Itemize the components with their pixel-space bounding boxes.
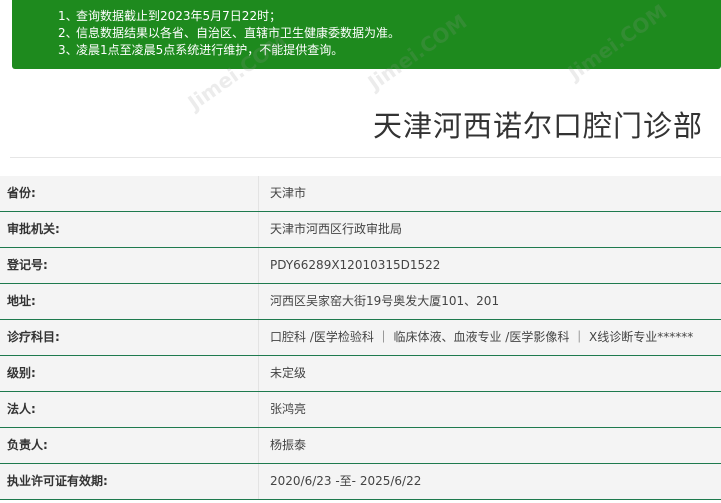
notice-item-text: 查询数据截止到2023年5月7日22时；	[76, 9, 282, 23]
notice-item-number: 2、	[58, 26, 78, 40]
row-value: 河西区吴家窑大街19号奥发大厦101、201	[270, 294, 500, 308]
row-label: 地址:	[7, 294, 36, 308]
column-divider	[258, 320, 259, 355]
table-row: 省份: 天津市	[0, 176, 721, 212]
row-value: 杨振泰	[270, 438, 307, 452]
row-label: 级别:	[7, 366, 36, 380]
table-row: 负责人: 杨振泰	[0, 428, 721, 464]
column-divider	[258, 464, 259, 499]
row-value: 天津市	[270, 186, 307, 200]
column-divider	[258, 428, 259, 463]
column-divider	[258, 212, 259, 247]
title-divider	[10, 157, 721, 158]
notice-item: 1、查询数据截止到2023年5月7日22时；	[58, 8, 721, 25]
notice-item-text: 凌晨1点至凌晨5点系统进行维护，不能提供查询。	[76, 43, 344, 57]
row-label: 登记号:	[7, 258, 48, 272]
row-value: 张鸿亮	[270, 402, 307, 416]
column-divider	[258, 392, 259, 427]
row-label: 负责人:	[7, 438, 48, 452]
table-row: 审批机关: 天津市河西区行政审批局	[0, 212, 721, 248]
notice-item: 3、凌晨1点至凌晨5点系统进行维护，不能提供查询。	[58, 42, 721, 59]
column-divider	[258, 176, 259, 211]
notice-item-number: 3、	[58, 43, 78, 57]
column-divider	[258, 248, 259, 283]
row-label: 法人:	[7, 402, 36, 416]
column-divider	[258, 284, 259, 319]
table-row: 级别: 未定级	[0, 356, 721, 392]
table-row: 地址: 河西区吴家窑大街19号奥发大厦101、201	[0, 284, 721, 320]
row-value: 口腔科 /医学检验科 ｜ 临床体液、血液专业 /医学影像科 ｜ X线诊断专业**…	[270, 330, 694, 344]
table-row: 登记号: PDY66289X12010315D1522	[0, 248, 721, 284]
table-row: 诊疗科目: 口腔科 /医学检验科 ｜ 临床体液、血液专业 /医学影像科 ｜ X线…	[0, 320, 721, 356]
row-label: 省份:	[7, 186, 36, 200]
notice-item: 2、信息数据结果以各省、自治区、直辖市卫生健康委数据为准。	[58, 25, 721, 42]
row-value: PDY66289X12010315D1522	[270, 258, 441, 272]
row-value: 天津市河西区行政审批局	[270, 222, 403, 236]
notice-banner: 1、查询数据截止到2023年5月7日22时； 2、信息数据结果以各省、自治区、直…	[12, 0, 721, 69]
notice-item-number: 1、	[58, 9, 78, 23]
notice-list: 1、查询数据截止到2023年5月7日22时； 2、信息数据结果以各省、自治区、直…	[58, 8, 721, 59]
row-label: 审批机关:	[7, 222, 60, 236]
column-divider	[258, 356, 259, 391]
row-label: 执业许可证有效期:	[7, 474, 108, 488]
table-row: 法人: 张鸿亮	[0, 392, 721, 428]
row-label: 诊疗科目:	[7, 330, 60, 344]
table-row: 执业许可证有效期: 2020/6/23 -至- 2025/6/22	[0, 464, 721, 500]
notice-item-text: 信息数据结果以各省、自治区、直辖市卫生健康委数据为准。	[76, 26, 401, 40]
row-value: 2020/6/23 -至- 2025/6/22	[270, 474, 422, 488]
page-title: 天津河西诺尔口腔门诊部	[372, 109, 703, 143]
details-table: 省份: 天津市 审批机关: 天津市河西区行政审批局 登记号: PDY66289X…	[0, 176, 721, 500]
row-value: 未定级	[270, 366, 307, 380]
